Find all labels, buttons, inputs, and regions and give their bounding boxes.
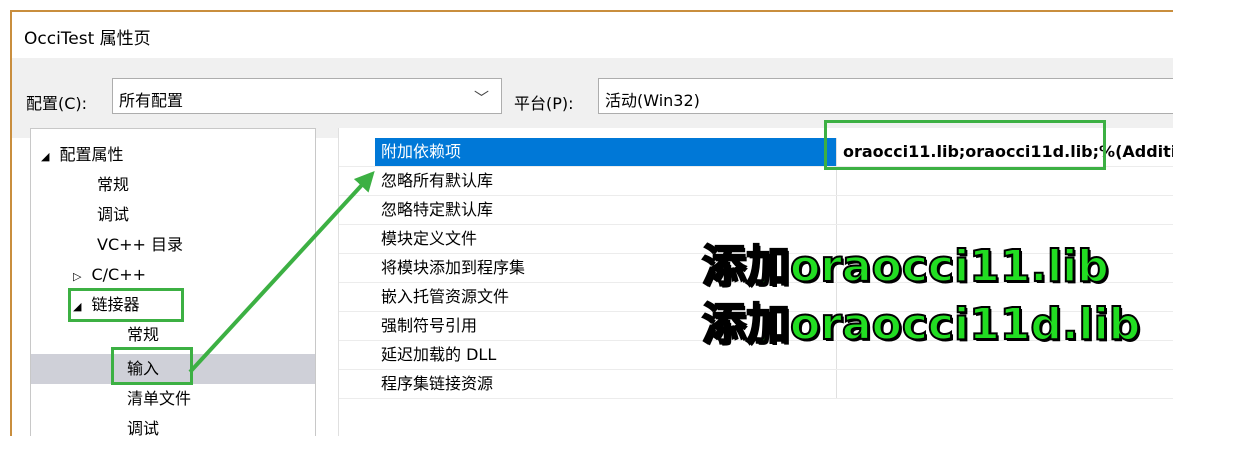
platform-dropdown[interactable]: 活动(Win32) (598, 78, 1173, 114)
window-title: OcciTest 属性页 (24, 29, 151, 49)
input-highlight-box (111, 347, 193, 385)
tree-item-c-cpp[interactable]: ▷ C/C++ (73, 260, 146, 289)
tree-item-linker-debugging[interactable]: 调试 (127, 414, 159, 436)
annotation-text-line1: 添加oraocci11.lib (701, 240, 1110, 293)
annotation-text-line2: 添加oraocci11d.lib (701, 298, 1141, 351)
title-bar: OcciTest 属性页 (12, 12, 1173, 58)
platform-value: 活动(Win32) (605, 91, 700, 110)
platform-label: 平台(P): (514, 94, 574, 113)
property-tree: ◢ 配置属性 常规 调试 VC++ 目录 ▷ C/C++ ◢ 链接器 常规 输入 清单… (30, 128, 316, 436)
property-name: 程序集链接资源 (381, 374, 494, 393)
linker-highlight-box (68, 288, 184, 322)
tree-item-debugging[interactable]: 调试 (97, 200, 129, 229)
additional-deps-highlight-box (824, 120, 1106, 170)
config-label: 配置(C): (26, 94, 88, 113)
tree-item-vc-directories[interactable]: VC++ 目录 (97, 230, 183, 259)
property-name: 附加依赖项 (375, 138, 836, 166)
config-value: 所有配置 (119, 91, 184, 110)
grid-row[interactable]: 忽略所有默认库 (339, 167, 1173, 196)
expand-arrow-icon[interactable]: ▷ (73, 270, 81, 283)
grid-row[interactable]: 忽略特定默认库 (339, 196, 1173, 225)
tree-item-label: C/C++ (91, 265, 147, 284)
property-name: 忽略特定默认库 (381, 200, 494, 219)
property-name: 忽略所有默认库 (381, 171, 494, 190)
tree-item-manifest-file[interactable]: 清单文件 (127, 384, 191, 413)
tree-item-linker-general[interactable]: 常规 (127, 320, 159, 349)
property-value-cell[interactable] (836, 167, 1173, 195)
tree-item-general[interactable]: 常规 (97, 170, 129, 199)
tree-item-label: 配置属性 (59, 145, 124, 164)
tree-item-config-properties[interactable]: ◢ 配置属性 (41, 140, 123, 169)
chevron-down-icon[interactable]: ﹀ (474, 87, 489, 108)
property-pages-window: OcciTest 属性页 配置(C): 所有配置 ﹀ 平台(P): 活动(Win… (10, 10, 1173, 436)
collapse-arrow-icon[interactable]: ◢ (41, 150, 49, 163)
property-value-cell[interactable] (836, 196, 1173, 224)
grid-row[interactable]: 程序集链接资源 (339, 370, 1173, 399)
property-value-cell[interactable] (836, 370, 1173, 398)
config-dropdown[interactable]: 所有配置 ﹀ (112, 78, 502, 114)
